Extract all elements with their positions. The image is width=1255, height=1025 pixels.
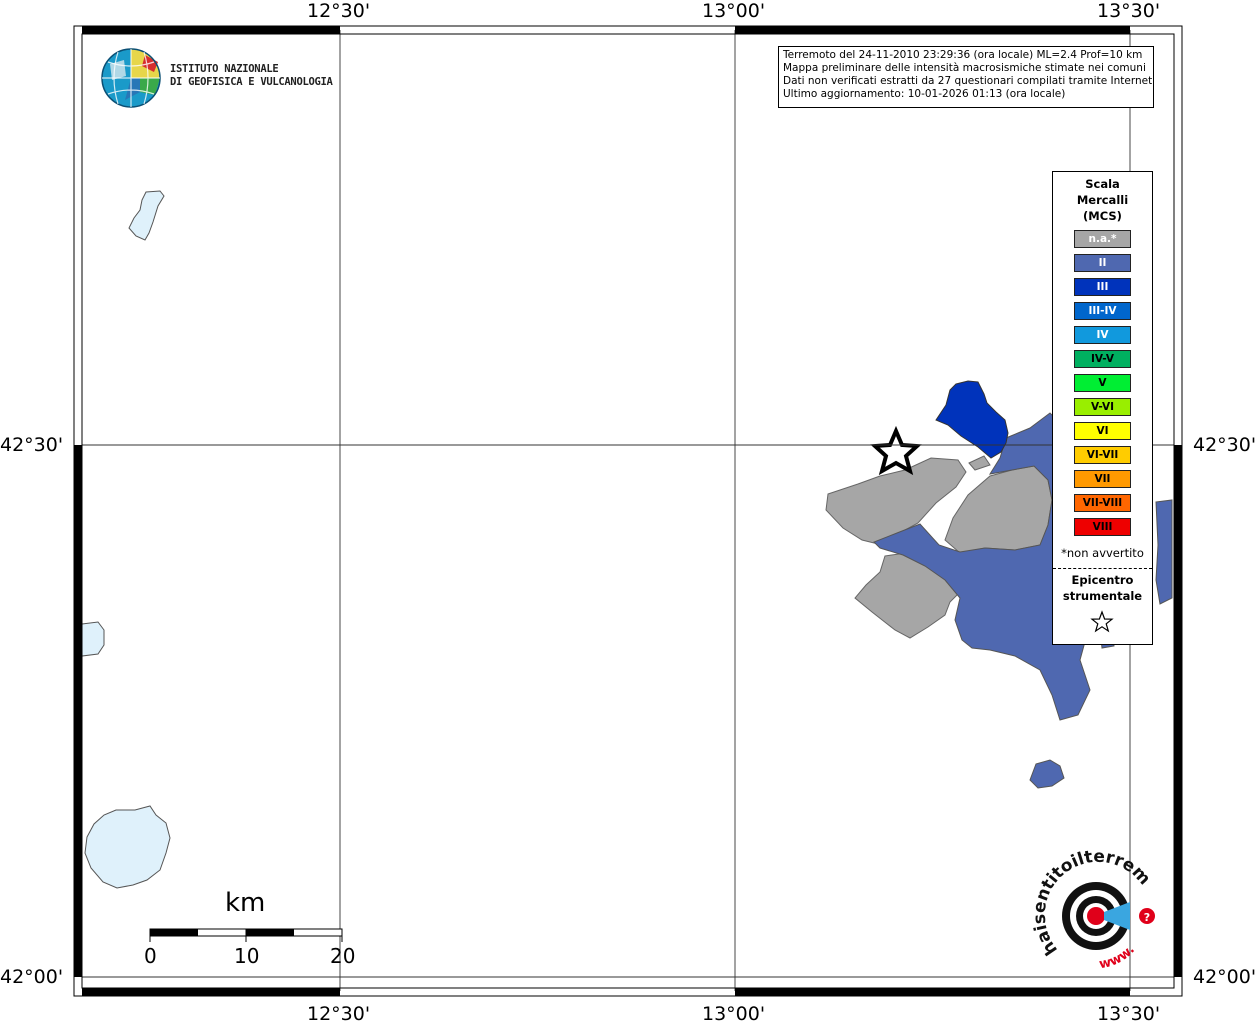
coord-bottom-1330: 13°30': [1097, 1003, 1161, 1025]
municipality-na-2: [968, 455, 991, 471]
legend-item-vi: VI: [1074, 422, 1131, 440]
info-line2: Mappa preliminare delle intensità macros…: [783, 62, 1146, 74]
coord-bottom-1230: 12°30': [307, 1003, 371, 1025]
scale-tick-0: 0: [144, 944, 157, 968]
mercalli-legend: Scala Mercalli (MCS) n.a.* II III III-IV IV I…: [1052, 171, 1153, 645]
lake-large: [84, 805, 171, 889]
legend-title-line2: Mercalli: [1076, 193, 1129, 207]
legend-item-vii-viii: VII-VIII: [1074, 494, 1131, 512]
legend-item-n-a: n.a.*: [1074, 230, 1131, 248]
coord-right-4200: 42°00': [1193, 966, 1255, 988]
legend-item-ii: II: [1074, 254, 1131, 272]
municipality-iii-1: [935, 380, 1009, 459]
coord-top-1300: 13°00': [702, 0, 766, 22]
legend-epicenter-label: Epicentro strumentale: [1053, 572, 1152, 604]
legend-item-viii: VIII: [1074, 518, 1131, 536]
legend-item-iii: III: [1074, 278, 1131, 296]
legend-item-iv: IV: [1074, 326, 1131, 344]
coord-left-4230: 42°30': [0, 434, 64, 456]
legend-item-v: V: [1074, 374, 1131, 392]
municipality-ii-2: [1155, 499, 1173, 605]
coord-left-4200: 42°00': [0, 966, 64, 988]
legend-epi-line2: strumentale: [1062, 589, 1143, 603]
coord-right-4230: 42°30': [1193, 434, 1255, 456]
legend-title-line1: Scala: [1085, 177, 1120, 191]
legend-item-v-vi: V-VI: [1074, 398, 1131, 416]
hst-logo-icon: ?: [1062, 882, 1155, 950]
legend-item-iv-v: IV-V: [1074, 350, 1131, 368]
coord-bottom-1300: 13°00': [702, 1003, 766, 1025]
legend-note: *non avvertito: [1061, 546, 1144, 560]
legend-item-vii: VII: [1074, 470, 1131, 488]
ingv-line1: ISTITUTO NAZIONALE: [170, 63, 279, 75]
lake-left-edge: [81, 621, 105, 657]
info-line4: Ultimo aggiornamento: 10-01-2026 01:13 (…: [783, 88, 1066, 100]
scale-tick-10: 10: [234, 944, 260, 968]
hst-logo-text: haisentitoilterremoto.it: [0, 0, 1154, 959]
lake-small: [128, 190, 165, 241]
legend-item-vi-vii: VI-VII: [1074, 446, 1131, 464]
ingv-line2: DI GEOFISICA E VULCANOLOGIA: [170, 76, 333, 88]
legend-item-iii-iv: III-IV: [1074, 302, 1131, 320]
scale-tick-20: 20: [330, 944, 356, 968]
coord-top-1230: 12°30': [307, 0, 371, 22]
info-line3: Dati non verificati estratti da 27 quest…: [783, 75, 1154, 87]
municipality-na-1: [825, 457, 967, 545]
legend-epi-line1: Epicentro: [1071, 573, 1134, 587]
scale-bar: [149, 928, 343, 942]
legend-title: Scala Mercalli (MCS): [1053, 176, 1152, 224]
legend-title-line3: (MCS): [1083, 209, 1122, 223]
municipality-ii-4: [1029, 759, 1065, 789]
epicenter-star: [870, 425, 922, 476]
ingv-logo-text: ISTITUTO NAZIONALE DI GEOFISICA E VULCAN…: [170, 63, 333, 89]
earthquake-info-box: Terremoto del 24-11-2010 23:29:36 (ora l…: [778, 46, 1154, 108]
svg-text:?: ?: [1144, 911, 1150, 924]
scale-unit: km: [225, 888, 266, 918]
legend-star-icon: [1090, 610, 1114, 633]
ingv-logo-icon: [101, 48, 161, 108]
coord-top-1330: 13°30': [1097, 0, 1161, 22]
info-line1: Terremoto del 24-11-2010 23:29:36 (ora l…: [783, 49, 1143, 61]
legend-divider: [1053, 568, 1152, 569]
